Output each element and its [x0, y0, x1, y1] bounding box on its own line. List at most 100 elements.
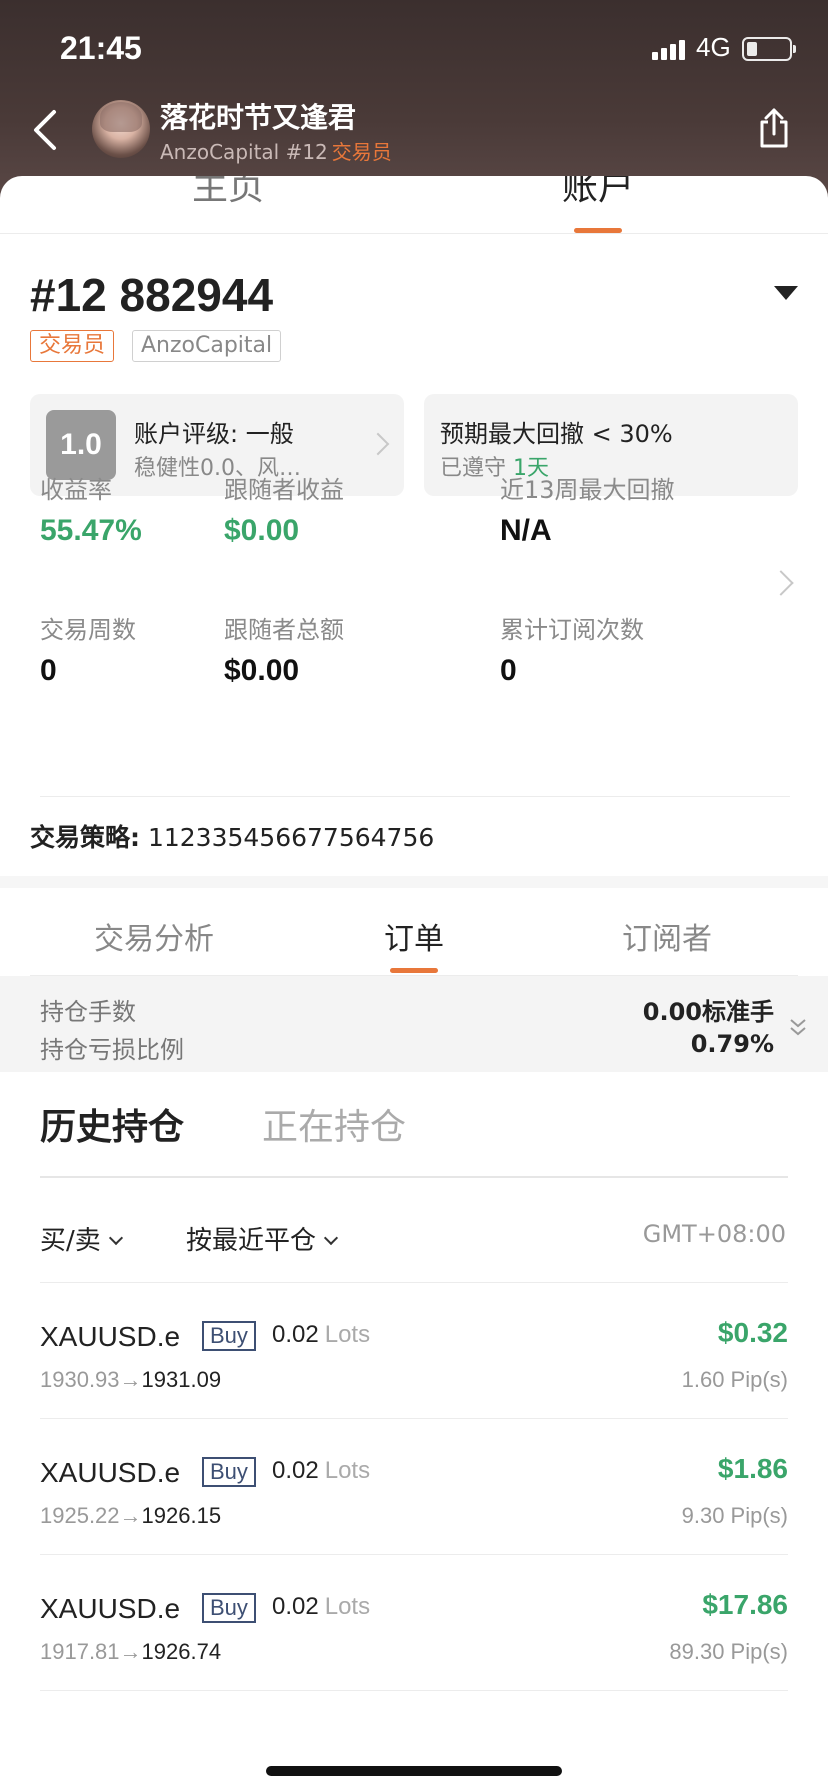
order-open-price: 1925.22 — [40, 1503, 120, 1528]
share-icon[interactable] — [756, 106, 792, 150]
back-icon[interactable] — [28, 108, 68, 152]
battery-icon — [742, 37, 796, 61]
pl-ratio-value: 0.79% — [690, 1030, 774, 1058]
home-indicator[interactable] — [266, 1766, 562, 1776]
order-prices: 1917.81→1926.74 — [40, 1639, 222, 1664]
order-lots-unit: Lots — [324, 1593, 371, 1620]
order-lots-unit: Lots — [324, 1321, 371, 1348]
order-side-tag: Buy — [202, 1321, 256, 1351]
chevron-down-icon — [108, 1230, 123, 1246]
order-close-price: 1926.74 — [141, 1639, 222, 1664]
order-pips: 9.30 Pip(s) — [681, 1503, 788, 1528]
order-lots-unit: Lots — [324, 1457, 371, 1484]
stat-label-follower-profit: 跟随者收益 — [224, 476, 344, 504]
stat-label-max-drawdown: 近13周最大回撤 — [500, 476, 675, 504]
drawdown-subtitle-prefix: 已遵守 — [440, 456, 507, 481]
tab-orders[interactable]: 订单 — [384, 914, 444, 958]
stat-value-subscriptions: 0 — [500, 654, 517, 687]
trader-name: 落花时节又逢君 — [160, 101, 357, 134]
rating-title: 账户评级: 一般 — [134, 420, 294, 448]
strategy-value: 112335456677564756 — [147, 823, 435, 852]
divider — [40, 796, 790, 797]
order-lots-value: 0.02 — [272, 1321, 319, 1348]
order-side-tag: Buy — [202, 1457, 256, 1487]
tab-history-positions[interactable]: 历史持仓 — [40, 1098, 184, 1150]
order-pips: 1.60 Pip(s) — [681, 1367, 788, 1392]
order-symbol: XAUUSD.e — [40, 1457, 181, 1488]
stat-label-follower-total: 跟随者总额 — [224, 616, 344, 644]
order-lots: 0.02 Lots — [272, 1457, 370, 1485]
side-filter-label: 买/卖 — [40, 1226, 101, 1256]
order-open-price: 1930.93 — [40, 1367, 120, 1392]
order-lots: 0.02 Lots — [272, 1593, 370, 1621]
order-lots-value: 0.02 — [272, 1593, 319, 1620]
signal-icon — [652, 38, 688, 60]
order-open-price: 1917.81 — [40, 1639, 120, 1664]
order-prices: 1930.93→1931.09 — [40, 1367, 222, 1392]
tab-account[interactable]: 账户 — [562, 176, 634, 210]
history-divider — [40, 1176, 788, 1178]
avatar[interactable] — [92, 100, 150, 158]
order-symbol: XAUUSD.e — [40, 1593, 181, 1624]
battery-level — [747, 42, 757, 56]
stat-value-follower-total: $0.00 — [224, 654, 300, 687]
broker-tag: AnzoCapital — [132, 330, 282, 362]
timezone-label: GMT+08:00 — [642, 1220, 786, 1248]
main-tabs: 主页 账户 — [0, 176, 828, 234]
lots-label: 持仓手数 — [40, 998, 136, 1026]
side-filter[interactable]: 买/卖 — [40, 1220, 123, 1257]
order-symbol: XAUUSD.e — [40, 1321, 181, 1352]
stat-label-trade-weeks: 交易周数 — [40, 616, 136, 644]
status-time: 21:45 — [60, 30, 142, 66]
sub-tab-indicator — [390, 968, 438, 973]
tab-analysis[interactable]: 交易分析 — [94, 914, 214, 958]
order-close-price: 1926.15 — [141, 1503, 222, 1528]
nav-bar: 落花时节又逢君 AnzoCapital #12 交易员 — [0, 90, 828, 170]
order-row[interactable]: XAUUSD.e Buy 0.02 Lots 1917.81→1926.74 $1… — [40, 1554, 788, 1690]
section-separator — [0, 876, 828, 888]
account-number: #12 882944 — [30, 269, 274, 321]
expand-double-chevron-icon[interactable] — [788, 1016, 808, 1040]
stat-value-max-drawdown: N/A — [500, 514, 552, 547]
order-prices: 1925.22→1926.15 — [40, 1503, 222, 1528]
stats-chevron-right-icon[interactable] — [768, 570, 794, 596]
list-end-divider — [40, 1690, 788, 1691]
role-label: 交易员 — [331, 140, 392, 164]
order-profit: $17.86 — [702, 1589, 788, 1620]
tab-subscribers[interactable]: 订阅者 — [622, 914, 712, 958]
sort-filter[interactable]: 按最近平仓 — [186, 1220, 339, 1257]
network-label: 4G — [696, 32, 731, 62]
tab-open-positions[interactable]: 正在持仓 — [262, 1098, 406, 1150]
chevron-right-icon — [366, 432, 390, 456]
trader-subtitle: AnzoCapital #12 交易员 — [160, 136, 392, 165]
order-close-price: 1931.09 — [141, 1367, 222, 1392]
tab-indicator — [574, 228, 622, 233]
caret-down-icon[interactable] — [774, 286, 798, 300]
content-sheet: 主页 账户 #12 882944 交易员 AnzoCapital 1.0 账户评… — [0, 176, 828, 1792]
order-row[interactable]: XAUUSD.e Buy 0.02 Lots 1930.93→1931.09 $0… — [40, 1282, 788, 1418]
order-profit: $0.32 — [717, 1317, 788, 1348]
tab-home[interactable]: 主页 — [192, 176, 264, 210]
order-lots-value: 0.02 — [272, 1457, 319, 1484]
status-bar: 21:45 4G — [0, 0, 828, 90]
position-summary[interactable]: 持仓手数 0.00标准手 持仓亏损比例 0.79% — [0, 976, 828, 1072]
stat-label-return: 收益率 — [40, 476, 112, 504]
stat-value-follower-profit: $0.00 — [224, 514, 300, 547]
sort-filter-label: 按最近平仓 — [186, 1226, 317, 1256]
order-pips: 89.30 Pip(s) — [669, 1639, 788, 1664]
sub-tabs: 交易分析 订单 订阅者 — [30, 888, 798, 976]
drawdown-title: 预期最大回撤 < 30% — [440, 420, 673, 448]
strategy-label: 交易策略: — [30, 823, 140, 852]
order-side-tag: Buy — [202, 1593, 256, 1623]
stat-label-subscriptions: 累计订阅次数 — [500, 616, 644, 644]
stat-value-trade-weeks: 0 — [40, 654, 57, 687]
order-row[interactable]: XAUUSD.e Buy 0.02 Lots 1925.22→1926.15 $1… — [40, 1418, 788, 1554]
chevron-down-icon — [323, 1230, 339, 1246]
order-lots: 0.02 Lots — [272, 1321, 370, 1349]
strategy: 交易策略: 112335456677564756 — [30, 818, 434, 854]
role-tag: 交易员 — [30, 330, 115, 362]
order-profit: $1.86 — [717, 1453, 788, 1484]
broker-line: AnzoCapital #12 — [160, 140, 328, 164]
lots-value: 0.00标准手 — [642, 998, 774, 1026]
pl-ratio-label: 持仓亏损比例 — [40, 1036, 184, 1064]
